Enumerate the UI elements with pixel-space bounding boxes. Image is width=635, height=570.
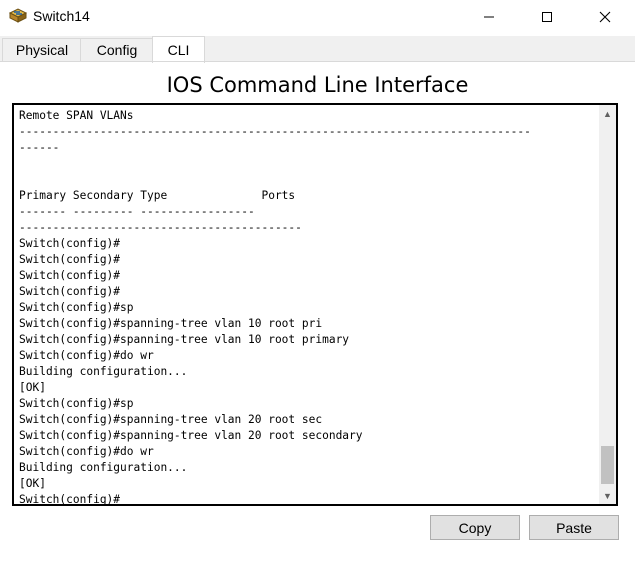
maximize-button[interactable] [524,0,570,33]
terminal-line: Switch(config)# [19,253,121,266]
tab-config[interactable]: Config [80,38,154,61]
close-button[interactable] [582,0,628,33]
terminal-line: ------ [19,141,60,154]
terminal-line: ------- --------- ----------------- [19,205,255,218]
terminal-line: ----------------------------------------… [19,125,531,138]
terminal-line: Switch(config)#do wr [19,349,154,362]
cli-terminal[interactable]: Remote SPAN VLANs -----------------------… [12,103,618,506]
terminal-line: Switch(config)#sp [19,301,134,314]
tab-cli[interactable]: CLI [152,36,205,63]
tab-divider [0,61,635,62]
terminal-line: Switch(config)#spanning-tree vlan 20 roo… [19,413,323,426]
terminal-line: [OK] [19,477,46,490]
terminal-line: ----------------------------------------… [19,221,302,234]
scroll-down-icon[interactable]: ▼ [599,487,616,504]
close-icon [599,11,611,22]
terminal-line: [OK] [19,381,46,394]
scroll-thumb[interactable] [601,446,614,484]
page-title: IOS Command Line Interface [166,73,469,97]
terminal-line: Switch(config)#do wr [19,445,154,458]
terminal-line: Switch(config)#spanning-tree vlan 20 roo… [19,429,363,442]
terminal-output: Remote SPAN VLANs -----------------------… [19,108,599,506]
terminal-scrollbar[interactable]: ▲ ▼ [599,105,616,504]
scroll-up-icon[interactable]: ▲ [599,105,616,122]
terminal-line: Building configuration... [19,365,188,378]
tab-physical[interactable]: Physical [2,38,82,61]
terminal-line: Switch(config)#spanning-tree vlan 10 roo… [19,317,323,330]
terminal-line: Switch(config)# [19,493,121,506]
terminal-line: Switch(config)# [19,285,121,298]
title-bar: Switch14 [0,0,635,35]
tab-bar: Physical Config CLI [0,36,635,63]
terminal-line: Remote SPAN VLANs [19,109,134,122]
terminal-line: Building configuration... [19,461,188,474]
paste-button[interactable]: Paste [529,515,619,540]
switch-device-icon [8,7,28,25]
terminal-line: Primary Secondary Type Ports [19,189,296,202]
terminal-line: Switch(config)#sp [19,397,134,410]
terminal-line: Switch(config)# [19,269,121,282]
copy-button[interactable]: Copy [430,515,520,540]
maximize-icon [542,11,552,22]
minimize-button[interactable] [466,0,512,33]
minimize-icon [484,16,494,17]
terminal-line: Switch(config)#spanning-tree vlan 10 roo… [19,333,350,346]
window-title: Switch14 [33,8,90,24]
terminal-line: Switch(config)# [19,237,121,250]
